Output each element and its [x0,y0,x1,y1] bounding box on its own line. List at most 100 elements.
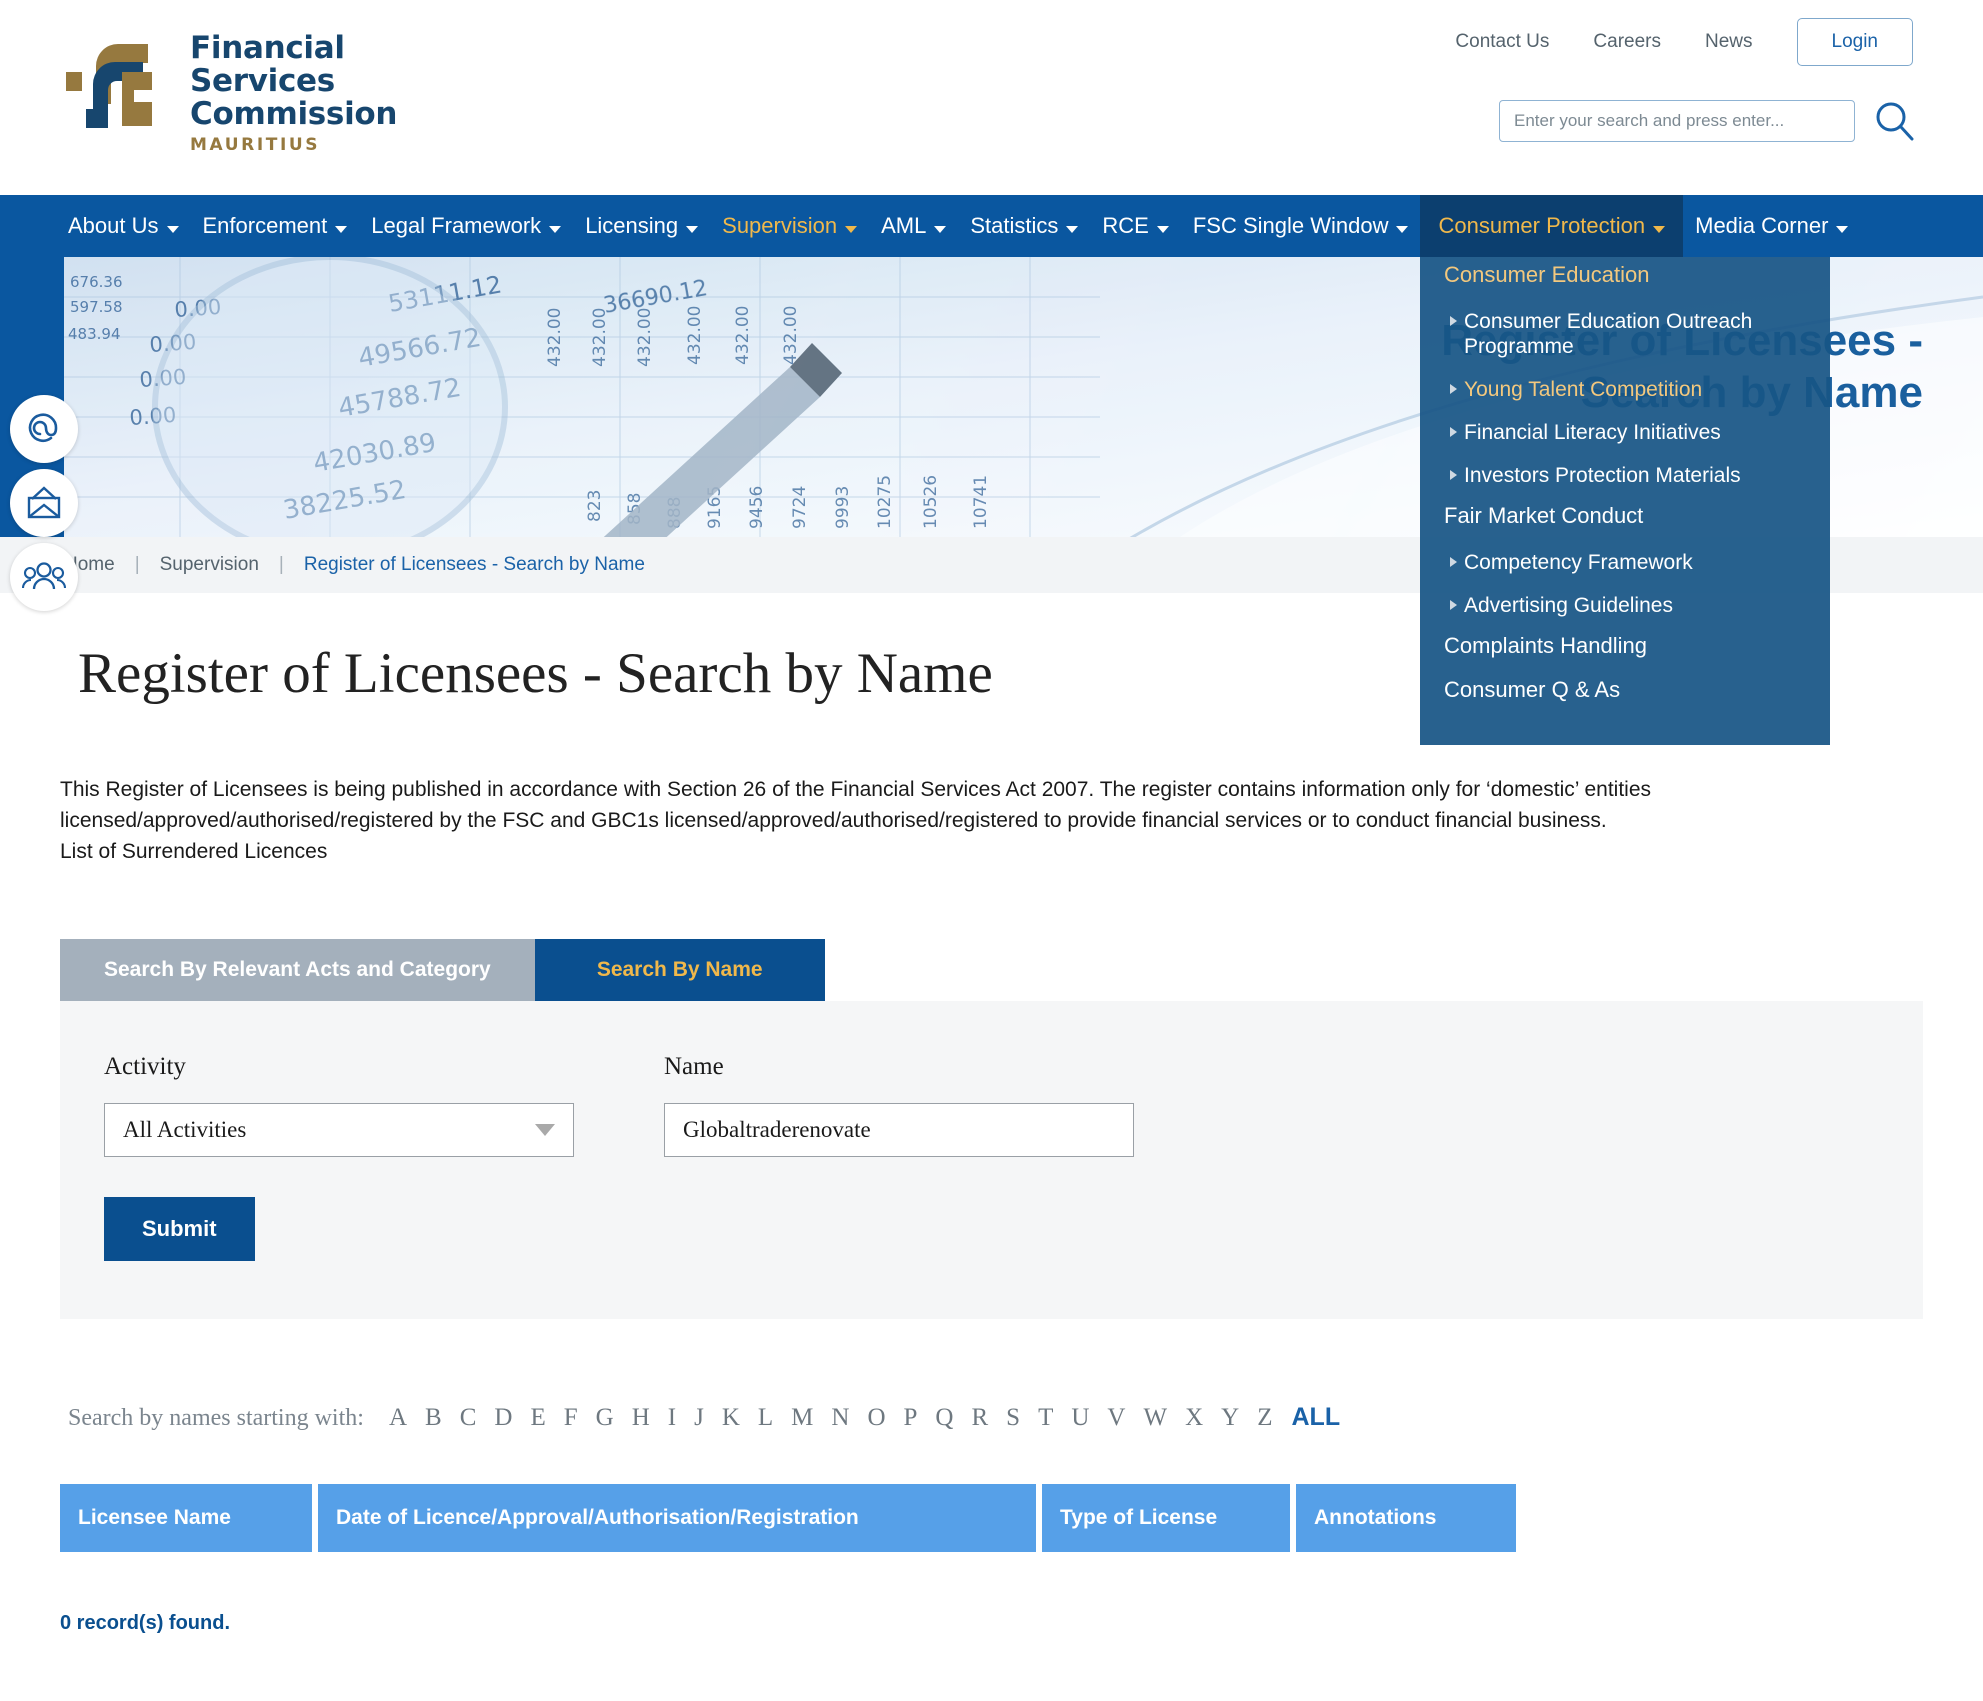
alpha-letter-w[interactable]: W [1134,1404,1176,1432]
svg-text:823: 823 [585,490,605,522]
nav-label: Legal Framework [371,213,542,238]
table-header-licensee-name: Licensee Name [60,1484,312,1552]
alpha-letter-e[interactable]: E [521,1404,554,1432]
svg-text:432.00: 432.00 [635,308,655,367]
logo-subtitle: MAURITIUS [190,135,321,155]
nav-item-media-corner[interactable]: Media Corner [1683,195,1860,257]
alpha-letter-x[interactable]: X [1176,1404,1212,1432]
nav-item-rce[interactable]: RCE [1090,195,1180,257]
chevron-down-icon [1156,225,1169,233]
alpha-letter-all[interactable]: ALL [1282,1403,1351,1432]
dropdown-group-fair-market-conduct[interactable]: Fair Market Conduct [1420,497,1830,541]
alpha-letter-u[interactable]: U [1062,1404,1098,1432]
nav-label: Media Corner [1695,213,1829,238]
dropdown-group-consumer-q-and-as[interactable]: Consumer Q & As [1420,671,1830,715]
results-table: Licensee Name Date of Licence/Approval/A… [60,1484,1923,1635]
breadcrumb-supervision[interactable]: Supervision [160,554,259,576]
utility-link-contact-us[interactable]: Contact Us [1433,31,1571,53]
search-icon[interactable] [1871,98,1917,144]
alpha-letter-v[interactable]: V [1098,1404,1134,1432]
breadcrumb-separator: | [278,554,284,575]
alpha-letter-d[interactable]: D [485,1404,521,1432]
utility-link-news[interactable]: News [1683,31,1775,53]
at-icon[interactable] [10,395,78,463]
alpha-letter-i[interactable]: I [659,1404,685,1432]
dropdown-item-financial-literacy-initiatives[interactable]: Financial Literacy Initiatives [1420,411,1830,454]
alpha-letter-q[interactable]: Q [926,1404,962,1432]
record-count: 0 record(s) found. [60,1612,231,1634]
alpha-letter-r[interactable]: R [962,1404,997,1432]
breadcrumb-current: Register of Licensees - Search by Name [303,554,645,575]
login-button[interactable]: Login [1796,18,1913,66]
tab-search-by-name[interactable]: Search By Name [534,939,825,1001]
activity-select[interactable]: All Activities [104,1103,574,1157]
logo-wordmark: Financial Services Commission MAURITIUS [190,32,397,156]
alpha-letter-l[interactable]: L [749,1404,782,1432]
people-icon[interactable] [10,543,78,611]
utility-link-careers[interactable]: Careers [1571,31,1683,53]
nav-item-supervision[interactable]: Supervision [710,195,869,257]
chevron-down-icon [1066,225,1079,233]
name-input[interactable] [664,1103,1134,1157]
intro-line-2: licensed/approved/authorised/registered … [60,809,1607,832]
nav-label: Licensing [585,213,679,238]
alpha-letter-m[interactable]: M [782,1404,822,1432]
alpha-letter-a[interactable]: A [380,1404,416,1432]
alpha-letter-o[interactable]: O [858,1404,894,1432]
nav-item-aml[interactable]: AML [869,195,958,257]
alpha-letter-c[interactable]: C [451,1404,486,1432]
dropdown-group-consumer-education[interactable]: Consumer Education [1420,256,1830,300]
alpha-letter-p[interactable]: P [895,1404,927,1432]
alpha-letter-z[interactable]: Z [1248,1404,1281,1432]
alpha-letter-s[interactable]: S [997,1404,1029,1432]
chevron-down-icon [845,225,858,233]
alpha-letter-t[interactable]: T [1029,1404,1062,1432]
nav-item-fsc-single-window[interactable]: FSC Single Window [1181,195,1421,257]
nav-label: FSC Single Window [1192,213,1389,238]
alpha-letter-n[interactable]: N [822,1404,858,1432]
table-header-type-of-license: Type of License [1042,1484,1290,1552]
breadcrumb-separator: | [134,554,140,575]
dropdown-item-competency-framework[interactable]: Competency Framework [1420,541,1830,584]
alpha-letter-y[interactable]: Y [1212,1404,1248,1432]
search-input[interactable] [1499,100,1855,142]
alpha-letter-k[interactable]: K [713,1404,749,1432]
nav-item-legal-framework[interactable]: Legal Framework [359,195,573,257]
nav-label: Supervision [722,213,838,238]
nav-item-about-us[interactable]: About Us [56,195,191,257]
dropdown-item-young-talent-competition[interactable]: Young Talent Competition [1420,368,1830,411]
svg-text:597.58: 597.58 [70,298,123,316]
nav-item-licensing[interactable]: Licensing [573,195,710,257]
submit-button[interactable]: Submit [104,1197,255,1261]
tab-search-by-relevant-acts-and-category[interactable]: Search By Relevant Acts and Category [60,939,535,1001]
intro-line-3: List of Surrendered Licences [60,840,328,863]
table-header-annotations: Annotations [1296,1484,1516,1552]
nav-label: Statistics [970,213,1059,238]
fsc-logo-icon [64,32,172,140]
dropdown-item-investors-protection-materials[interactable]: Investors Protection Materials [1420,454,1830,497]
alpha-letter-h[interactable]: H [623,1404,659,1432]
nav-label: AML [881,213,927,238]
envelope-icon[interactable] [10,469,78,537]
nav-label: Enforcement [202,213,328,238]
dropdown-item-advertising-guidelines[interactable]: Advertising Guidelines [1420,584,1830,627]
alpha-letter-j[interactable]: J [685,1404,713,1432]
alpha-letter-f[interactable]: F [555,1404,587,1432]
alpha-letter-g[interactable]: G [587,1404,623,1432]
search-form-panel: Activity All Activities Name Submit [60,1001,1923,1319]
alpha-letter-b[interactable]: B [416,1404,451,1432]
nav-item-statistics[interactable]: Statistics [958,195,1090,257]
chevron-down-icon [1653,225,1666,233]
chevron-down-icon [686,225,699,233]
consumer-protection-dropdown: Consumer Education Consumer Education Ou… [1420,220,1830,745]
activity-selected-value: All Activities [123,1117,247,1142]
svg-text:10275: 10275 [875,475,895,529]
activity-label: Activity [104,1053,186,1080]
dropdown-group-complaints-handling[interactable]: Complaints Handling [1420,627,1830,671]
form-fields: Activity All Activities Name [104,1053,1879,1157]
nav-item-enforcement[interactable]: Enforcement [191,195,360,257]
nav-item-consumer-protection[interactable]: Consumer Protection [1420,195,1684,257]
dropdown-item-consumer-education-outreach-programme[interactable]: Consumer Education Outreach Programme [1420,300,1830,368]
site-logo[interactable]: Financial Services Commission MAURITIUS [64,32,397,155]
alphabet-filter: Search by names starting with: A B C D E… [60,1403,1923,1432]
